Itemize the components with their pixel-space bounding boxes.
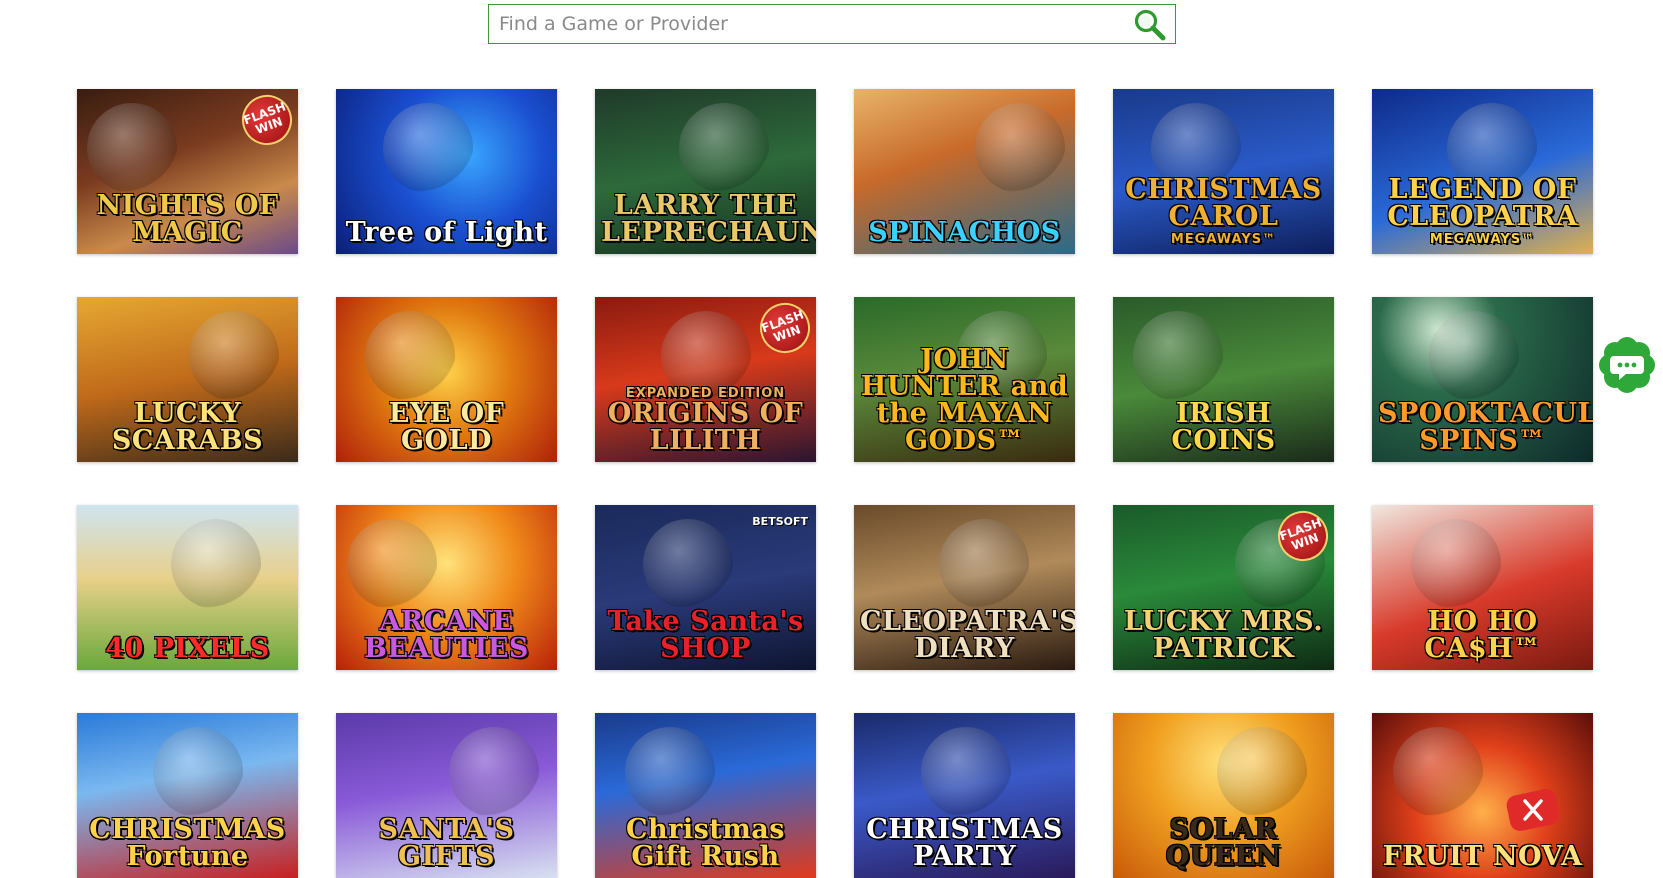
live-chat-button[interactable]: [1598, 336, 1656, 394]
game-title: SOLAR QUEEN: [1165, 814, 1282, 872]
game-art-figure: [383, 103, 473, 193]
game-tile[interactable]: SOLAR QUEEN: [1113, 713, 1334, 878]
game-art-figure: [1393, 727, 1483, 817]
game-title: Take Santa's SHOP: [607, 606, 804, 664]
game-art-figure: [87, 103, 177, 193]
game-art-figure: [1429, 311, 1519, 401]
game-art-figure: [1133, 311, 1223, 401]
game-tile[interactable]: Tree of Light: [336, 89, 557, 254]
game-art-figure: [921, 727, 1011, 817]
game-tile[interactable]: 40 PIXELS: [77, 505, 298, 670]
game-tile[interactable]: BETSOFT Take Santa's SHOP: [595, 505, 816, 670]
game-art-figure: [449, 727, 539, 817]
game-tile[interactable]: SANTA'S GIFTS: [336, 713, 557, 878]
game-title: HO HO CA$H™: [1424, 606, 1541, 664]
game-art-figure: [975, 103, 1065, 193]
game-subtitle: MEGAWAYS™: [1170, 232, 1277, 247]
game-title: LUCKY SCARABS: [111, 398, 264, 456]
game-art-figure: [1411, 519, 1501, 609]
game-tile[interactable]: SPOOKTACULAR SPINS™: [1372, 297, 1593, 462]
game-tile[interactable]: IRISH COINS: [1113, 297, 1334, 462]
game-title: EYE OF GOLD: [388, 398, 505, 456]
game-title: Tree of Light: [345, 217, 548, 248]
game-tile[interactable]: CHRISTMAS PARTY: [854, 713, 1075, 878]
game-tile[interactable]: CHRISTMAS CAROL MEGAWAYS™: [1113, 89, 1334, 254]
game-title: ARCANE BEAUTIES: [364, 606, 529, 664]
game-title: FRUIT NOVA: [1382, 841, 1583, 872]
game-tile[interactable]: LUCKY SCARABS: [77, 297, 298, 462]
game-tile[interactable]: HO HO CA$H™: [1372, 505, 1593, 670]
game-art-figure: [153, 727, 243, 817]
game-title: LARRY THE LEPRECHAUN: [601, 190, 816, 248]
search-icon: [1134, 9, 1166, 41]
game-tile[interactable]: CHRISTMAS Fortune: [77, 713, 298, 878]
game-title-text: CHRISTMAS CAROL: [1125, 174, 1322, 232]
game-title: EXPANDED EDITION ORIGINS OF LILITH: [601, 384, 810, 454]
game-title-text: ORIGINS OF LILITH: [607, 398, 804, 456]
game-tile[interactable]: FLASH WIN NIGHTS OF MAGIC: [77, 89, 298, 254]
game-subtitle: MEGAWAYS™: [1429, 232, 1536, 247]
provider-label: BETSOFT: [752, 515, 808, 528]
game-art-figure: [679, 103, 769, 193]
game-art-figure: [347, 519, 437, 609]
game-title: CLEOPATRA'S DIARY: [860, 606, 1075, 664]
game-title-text: LEGEND OF CLEOPATRA: [1387, 174, 1578, 232]
game-title: 40 PIXELS: [105, 633, 270, 664]
game-tile[interactable]: FLASH WIN LUCKY MRS. PATRICK: [1113, 505, 1334, 670]
game-art-figure: [939, 519, 1029, 609]
game-title: CHRISTMAS PARTY: [866, 814, 1063, 872]
game-tile[interactable]: EYE OF GOLD: [336, 297, 557, 462]
game-art-figure: [189, 311, 279, 401]
game-tile[interactable]: ARCANE BEAUTIES: [336, 505, 557, 670]
game-art-figure: [171, 519, 261, 609]
game-tile[interactable]: CLEOPATRA'S DIARY: [854, 505, 1075, 670]
game-tile[interactable]: LEGEND OF CLEOPATRA MEGAWAYS™: [1372, 89, 1593, 254]
game-title: SPOOKTACULAR SPINS™: [1378, 398, 1593, 456]
search-input[interactable]: [489, 5, 1129, 43]
game-title: SPINACHOS: [868, 217, 1061, 248]
chat-icon: [1599, 337, 1655, 393]
game-tile[interactable]: JOHN HUNTER and the MAYAN GODS™: [854, 297, 1075, 462]
game-art-figure: [365, 311, 455, 401]
game-title: CHRISTMAS Fortune: [89, 814, 286, 872]
game-title: CHRISTMAS CAROL MEGAWAYS™: [1119, 176, 1328, 246]
game-tile[interactable]: FLASH WIN EXPANDED EDITION ORIGINS OF LILI…: [595, 297, 816, 462]
search-bar: [488, 4, 1176, 44]
game-title: LUCKY MRS. PATRICK: [1123, 606, 1324, 664]
game-art-figure: [643, 519, 733, 609]
game-title: Christmas Gift Rush: [625, 814, 786, 872]
game-tile[interactable]: Christmas Gift Rush: [595, 713, 816, 878]
search-button[interactable]: [1133, 8, 1167, 42]
game-art-figure: [1217, 727, 1307, 817]
game-title: LEGEND OF CLEOPATRA MEGAWAYS™: [1378, 176, 1587, 246]
game-title: JOHN HUNTER and the MAYAN GODS™: [860, 344, 1069, 456]
game-title: IRISH COINS: [1171, 398, 1276, 456]
game-title: SANTA'S GIFTS: [378, 814, 515, 872]
close-icon: [1506, 789, 1560, 831]
game-art-figure: [625, 727, 715, 817]
close-overlay-button[interactable]: [1504, 788, 1562, 832]
game-tile[interactable]: SPINACHOS: [854, 89, 1075, 254]
game-tile[interactable]: LARRY THE LEPRECHAUN: [595, 89, 816, 254]
game-title: NIGHTS OF MAGIC: [96, 190, 279, 248]
